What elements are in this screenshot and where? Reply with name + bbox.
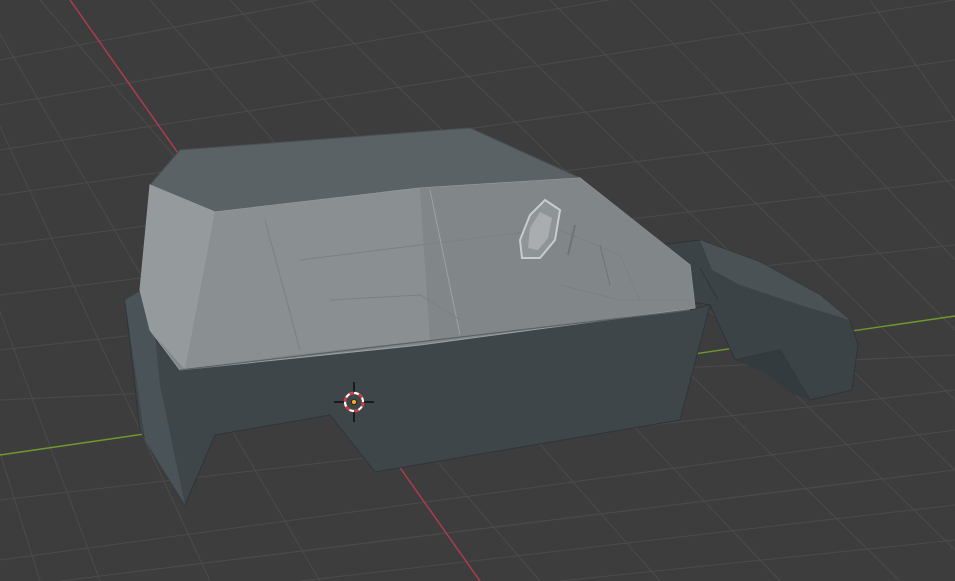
object-origin-icon xyxy=(350,398,357,405)
3d-viewport[interactable] xyxy=(0,0,955,581)
